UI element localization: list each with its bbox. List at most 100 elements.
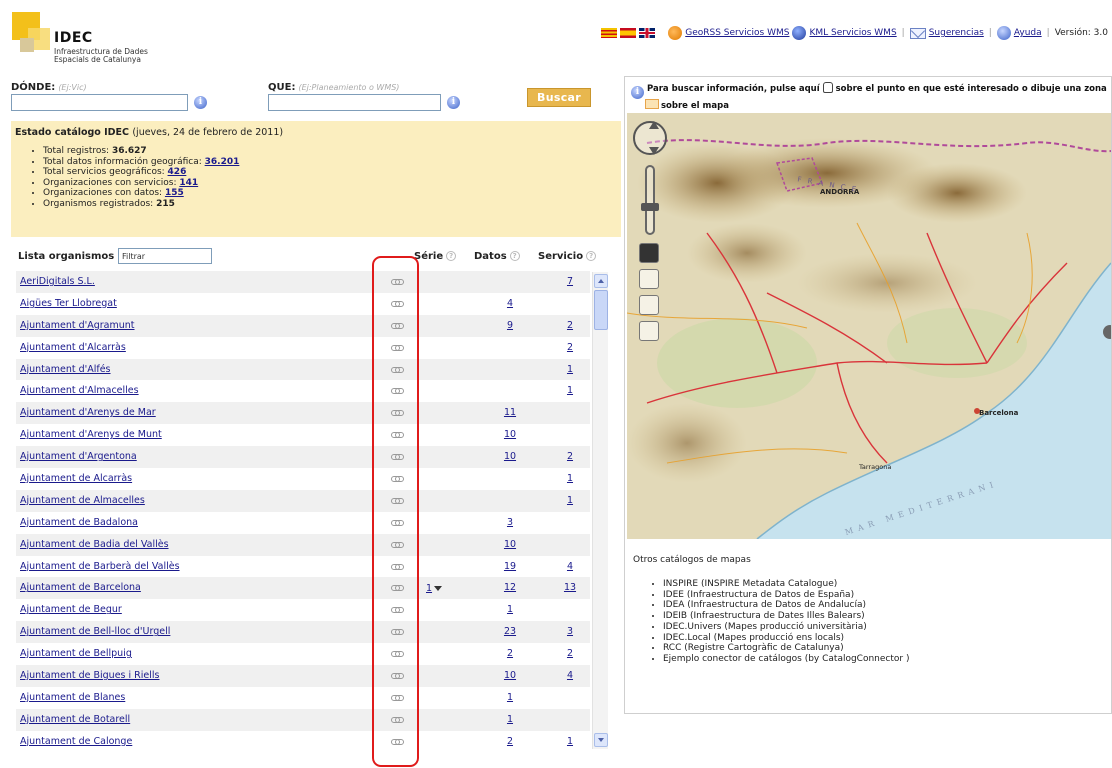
idec-logo[interactable]: IDEC Infraestructura de Dades Espacials … — [12, 12, 172, 64]
servicio-count-link[interactable]: 2 — [563, 342, 577, 353]
datos-count-link[interactable]: 10 — [503, 429, 517, 440]
servicio-count-link[interactable]: 2 — [563, 451, 577, 462]
status-item-link[interactable]: 141 — [179, 178, 198, 188]
chain-link-icon[interactable] — [391, 278, 404, 286]
organism-name-link[interactable]: Ajuntament d'Alcarràs — [20, 342, 126, 353]
datos-count-link[interactable]: 1 — [503, 692, 517, 703]
donde-input[interactable] — [11, 94, 188, 111]
datos-count-link[interactable]: 9 — [503, 320, 517, 331]
hand-pointer-icon[interactable] — [822, 82, 833, 93]
sugerencias-link[interactable]: Sugerencias — [929, 28, 984, 38]
chain-link-icon[interactable] — [391, 606, 404, 614]
pan-down-icon[interactable] — [649, 147, 659, 155]
datos-count-link[interactable]: 2 — [503, 736, 517, 747]
chain-link-icon[interactable] — [391, 366, 404, 374]
datos-count-link[interactable]: 3 — [503, 517, 517, 528]
servicio-count-link[interactable]: 13 — [563, 582, 577, 593]
organism-name-link[interactable]: Ajuntament d'Argentona — [20, 451, 137, 462]
servicio-count-link[interactable]: 1 — [563, 473, 577, 484]
chain-link-icon[interactable] — [391, 431, 404, 439]
help-circle-icon[interactable]: ? — [446, 251, 457, 261]
organism-name-link[interactable]: Ajuntament de Botarell — [20, 714, 130, 725]
organism-name-link[interactable]: Ajuntament de Blanes — [20, 692, 125, 703]
help-circle-icon[interactable]: ? — [509, 251, 520, 261]
datos-count-link[interactable]: 11 — [503, 407, 517, 418]
organism-name-link[interactable]: Ajuntament de Barcelona — [20, 582, 141, 593]
organism-name-link[interactable]: Ajuntament d'Almacelles — [20, 385, 139, 396]
chain-link-icon[interactable] — [391, 322, 404, 330]
organism-name-link[interactable]: Ajuntament de Alcarràs — [20, 473, 132, 484]
catalog-list-item[interactable]: RCC (Registre Cartogràfic de Catalunya) — [663, 643, 909, 654]
organism-name-link[interactable]: Ajuntament d'Agramunt — [20, 320, 135, 331]
organism-name-link[interactable]: Ajuntament de Barberà del Vallès — [20, 561, 180, 572]
chain-link-icon[interactable] — [391, 672, 404, 680]
zoom-in-tool-icon[interactable] — [639, 269, 659, 289]
filter-input[interactable] — [118, 248, 212, 264]
status-item-link[interactable]: 426 — [168, 167, 187, 177]
status-item-link[interactable]: 155 — [165, 188, 184, 198]
organism-name-link[interactable]: Ajuntament de Bigues i Riells — [20, 670, 159, 681]
servicio-count-link[interactable]: 3 — [563, 626, 577, 637]
chain-link-icon[interactable] — [391, 541, 404, 549]
chain-link-icon[interactable] — [391, 650, 404, 658]
chain-link-icon[interactable] — [391, 738, 404, 746]
zoom-box-tool-icon[interactable] — [639, 295, 659, 315]
catalog-list-item[interactable]: IDEIB (Infraestructura de Dates Illes Ba… — [663, 611, 909, 622]
datos-count-link[interactable]: 2 — [503, 648, 517, 659]
datos-count-link[interactable]: 12 — [503, 582, 517, 593]
datos-count-link[interactable]: 1 — [503, 604, 517, 615]
chain-link-icon[interactable] — [391, 716, 404, 724]
datos-count-link[interactable]: 10 — [503, 539, 517, 550]
buscar-button[interactable]: Buscar — [527, 88, 591, 107]
servicio-count-link[interactable]: 2 — [563, 320, 577, 331]
organism-name-link[interactable]: Ajuntament de Bell-lloc d'Urgell — [20, 626, 170, 637]
ayuda-link[interactable]: Ayuda — [1014, 28, 1042, 38]
scroll-thumb[interactable] — [594, 290, 608, 330]
chain-link-icon[interactable] — [391, 300, 404, 308]
organism-name-link[interactable]: Ajuntament de Badia del Vallès — [20, 539, 169, 550]
mail-icon[interactable] — [909, 27, 926, 39]
chain-link-icon[interactable] — [391, 584, 404, 592]
catalog-list-item[interactable]: Ejemplo conector de catálogos (by Catalo… — [663, 654, 909, 665]
servicio-count-link[interactable]: 1 — [563, 736, 577, 747]
list-scrollbar[interactable] — [592, 272, 608, 749]
catalog-list-item[interactable]: IDEC.Local (Mapes producció ens locals) — [663, 633, 909, 644]
servicio-count-link[interactable]: 4 — [563, 561, 577, 572]
servicio-count-link[interactable]: 1 — [563, 364, 577, 375]
organism-name-link[interactable]: Aigües Ter Llobregat — [20, 298, 117, 309]
georss-link[interactable]: GeoRSS Servicios WMS — [685, 28, 789, 38]
spanish-flag-icon[interactable] — [620, 28, 637, 38]
english-flag-icon[interactable] — [639, 28, 656, 38]
servicio-count-link[interactable]: 2 — [563, 648, 577, 659]
chain-link-icon[interactable] — [391, 497, 404, 505]
servicio-count-link[interactable]: 7 — [563, 276, 577, 287]
scroll-down-button[interactable] — [594, 733, 608, 747]
organism-name-link[interactable]: Ajuntament de Bellpuig — [20, 648, 132, 659]
zoom-slider-thumb[interactable] — [641, 203, 659, 211]
zoom-slider[interactable] — [641, 165, 659, 235]
pan-hand-tool-icon[interactable] — [639, 243, 659, 263]
chain-link-icon[interactable] — [391, 387, 404, 395]
chain-link-icon[interactable] — [391, 453, 404, 461]
status-item-link[interactable]: 36.201 — [205, 157, 240, 167]
datos-count-link[interactable]: 10 — [503, 670, 517, 681]
catalan-flag-icon[interactable] — [601, 28, 618, 38]
servicio-count-link[interactable]: 1 — [563, 385, 577, 396]
organism-name-link[interactable]: AeriDigitals S.L. — [20, 276, 95, 287]
help-icon[interactable] — [996, 26, 1011, 40]
scroll-up-button[interactable] — [594, 274, 608, 288]
serie-link[interactable]: 1 — [426, 583, 432, 594]
rss-icon[interactable] — [668, 26, 683, 40]
servicio-count-link[interactable]: 1 — [563, 495, 577, 506]
kml-globe-icon[interactable] — [792, 26, 807, 40]
datos-count-link[interactable]: 4 — [503, 298, 517, 309]
chain-link-icon[interactable] — [391, 519, 404, 527]
datos-count-link[interactable]: 10 — [503, 451, 517, 462]
datos-count-link[interactable]: 19 — [503, 561, 517, 572]
organism-name-link[interactable]: Ajuntament d'Alfés — [20, 364, 111, 375]
que-info-icon[interactable]: i — [447, 96, 460, 109]
help-circle-icon[interactable]: ? — [586, 251, 597, 261]
pan-up-icon[interactable] — [649, 121, 659, 129]
chain-link-icon[interactable] — [391, 475, 404, 483]
datos-count-link[interactable]: 23 — [503, 626, 517, 637]
